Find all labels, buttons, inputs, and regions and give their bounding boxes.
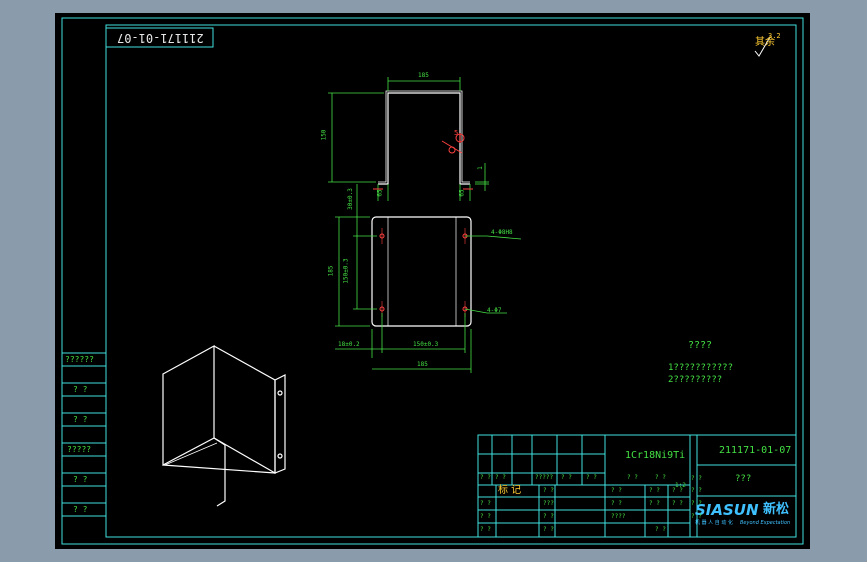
company-slogan: Beyond Expectation <box>740 520 791 526</box>
dim-bottom-left: 18±0.2 <box>338 341 360 348</box>
tb-cell: ? ? <box>611 487 622 494</box>
company-cn: 新松 <box>763 502 790 517</box>
tb-cell: ??? <box>543 500 554 507</box>
dim-flange-offset: 30±0.3 <box>346 188 354 210</box>
notes-line-1: 1??????????? <box>668 363 734 373</box>
revision-stamp: 标 记 <box>498 485 522 496</box>
tb-cell: ? ? <box>543 513 554 520</box>
left-block-label: ? ? <box>73 415 88 424</box>
dim-holes-lower: 4-Φ7 <box>487 307 502 314</box>
notes-line-2: 2????????? <box>668 375 723 385</box>
dim-left-flange: 65 <box>376 189 384 197</box>
tb-cell: ? ? <box>543 526 554 533</box>
drawing-canvas <box>61 17 804 545</box>
tb-cell: ? ? <box>649 500 660 507</box>
left-block-label: ????? <box>67 445 92 454</box>
part-name: ??? <box>735 474 752 484</box>
dim-holes-upper: 4-Φ8H8 <box>491 229 513 236</box>
tb-cell: ? ? <box>480 500 491 507</box>
roughness-value: 3.2 <box>768 32 781 40</box>
dim-left-height: 150 <box>320 129 328 141</box>
dim-right-flange: 65 <box>458 189 466 197</box>
flat-view-holes <box>379 228 468 317</box>
tb-cell: ? ? <box>480 474 491 481</box>
tb-cell: ? ? <box>655 474 666 481</box>
tb-cell: ? ? <box>495 474 506 481</box>
drawing-sheet: 211171-01-07 其余 3.2 185 150 1 65 65 5 30… <box>55 13 810 549</box>
mirrored-drawing-code: 211171-01-07 <box>117 31 204 45</box>
tb-cell: ? ? <box>561 474 572 481</box>
notes-title: ???? <box>688 340 713 351</box>
inner-frame <box>105 24 797 538</box>
tb-scale: 1:2 <box>675 482 686 489</box>
tb-cell: ? ? <box>672 500 683 507</box>
weld-mark-label: 5 <box>454 129 459 137</box>
tb-cell: ????? <box>535 474 554 481</box>
dim-bottom-total: 185 <box>417 361 428 368</box>
tb-cell: ? ? <box>586 474 597 481</box>
left-block-label: ?????? <box>65 355 94 364</box>
dim-top-width: 185 <box>418 72 429 79</box>
flat-view-outline <box>371 216 472 327</box>
left-block-label: ? ? <box>73 475 88 484</box>
dim-hole-spacing-v: 150±0.3 <box>342 258 350 284</box>
tb-cell: ? ? <box>691 500 702 507</box>
tb-cell: ? ? <box>691 487 702 494</box>
left-block-label: ? ? <box>73 505 88 514</box>
tb-cell: ? ? <box>480 526 491 533</box>
dim-bottom-mid: 150±0.3 <box>413 341 439 348</box>
left-block <box>62 352 106 517</box>
isometric-view <box>162 344 286 507</box>
tb-cell: ? ? <box>627 474 638 481</box>
tb-cell: ? ? <box>480 513 491 520</box>
company-logo: SIASUN <box>695 501 759 519</box>
tb-cell: ???? <box>611 513 626 520</box>
tb-cell: ? ? <box>655 526 666 533</box>
company-sub-cn: 机 器 人 自 动 化 <box>695 520 733 526</box>
tb-cell: ? ? <box>611 500 622 507</box>
tb-cell: ? ? <box>649 487 660 494</box>
tb-cell: ? ? <box>691 513 702 520</box>
left-block-label: ? ? <box>73 385 88 394</box>
tb-cell: ? ? <box>543 487 554 494</box>
material-label: 1Cr18Ni9Ti <box>625 450 686 461</box>
tb-cell: ? ? <box>691 475 702 482</box>
dim-thickness: 1 <box>476 166 484 170</box>
drawing-number: 211171-01-07 <box>719 445 792 456</box>
dim-side-height: 185 <box>327 265 335 277</box>
outer-frame <box>61 17 804 545</box>
